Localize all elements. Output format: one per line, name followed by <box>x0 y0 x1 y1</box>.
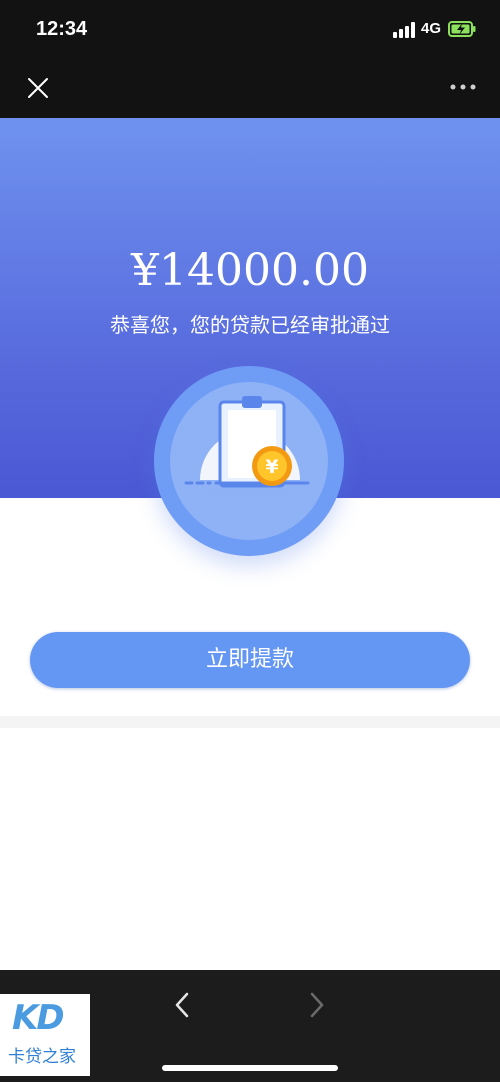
section-divider <box>0 716 500 728</box>
approval-message: 恭喜您，您的贷款已经审批通过 <box>110 313 390 337</box>
loan-amount: ¥14000.00 <box>131 245 369 296</box>
more-icon[interactable] <box>448 80 478 94</box>
network-type: 4G <box>421 20 442 37</box>
home-indicator[interactable] <box>162 1065 338 1071</box>
chevron-right-icon[interactable] <box>305 990 329 1020</box>
battery-charging-icon <box>448 21 476 37</box>
status-bar: 12:34 4G <box>0 0 500 60</box>
watermark-logo: KD <box>12 998 65 1038</box>
chevron-left-icon[interactable] <box>170 990 194 1020</box>
close-icon[interactable] <box>26 76 50 100</box>
status-time: 12:34 <box>36 18 88 40</box>
nav-bar <box>0 60 500 118</box>
watermark: KD 卡贷之家 <box>0 994 90 1076</box>
clipboard-coin-icon: ¥ <box>184 396 310 493</box>
withdraw-button[interactable]: 立即提款 <box>30 632 470 688</box>
svg-text:¥: ¥ <box>265 456 278 478</box>
signal-icon <box>393 22 415 38</box>
watermark-text: 卡贷之家 <box>8 1047 76 1067</box>
